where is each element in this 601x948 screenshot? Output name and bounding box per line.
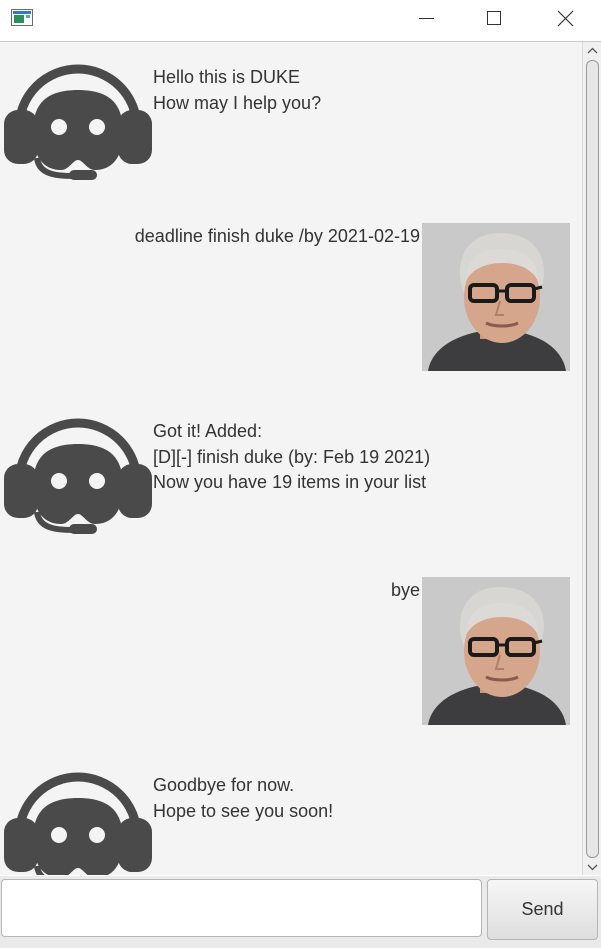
dialog-container[interactable]: Hello this is DUKE How may I help you? d… [0, 42, 582, 875]
message-line: Now you have 19 items in your list [153, 472, 427, 492]
message-line: How may I help you? [153, 92, 322, 113]
user-photo [422, 223, 570, 371]
user-avatar [422, 577, 570, 725]
message-line: [D][-] finish duke (by: Feb 19 2021) [153, 446, 431, 467]
maximize-icon [487, 11, 501, 25]
headset-robot-icon [4, 418, 152, 534]
minimize-button[interactable] [403, 0, 449, 36]
user-message: deadline finish duke /by 2021-02-19 [135, 224, 420, 250]
scroll-up-icon[interactable] [586, 46, 599, 56]
duke-message: Goodbye for now. Hope to see you soon! [153, 773, 333, 824]
message-line: Got it! Added: [153, 421, 263, 441]
message-line: Hello this is DUKE [153, 67, 301, 87]
vertical-scrollbar[interactable] [582, 42, 601, 875]
input-row: Send [0, 876, 601, 948]
message-line: Hope to see you soon! [153, 800, 334, 821]
user-message: bye [391, 578, 420, 604]
close-icon [557, 10, 574, 27]
headset-robot-icon [4, 772, 152, 875]
window-titlebar [0, 0, 601, 42]
maximize-button[interactable] [471, 0, 517, 36]
duke-message: Hello this is DUKE How may I help you? [153, 65, 321, 116]
close-button[interactable] [542, 0, 588, 36]
scrollbar-thumb[interactable] [586, 60, 599, 858]
message-line: Goodbye for now. [153, 775, 295, 795]
message-line: deadline finish duke /by 2021-02-19 [134, 226, 420, 246]
user-input[interactable] [1, 879, 482, 937]
message-line: bye [390, 580, 420, 600]
duke-message: Got it! Added: [D][-] finish duke (by: F… [153, 419, 430, 496]
user-photo [422, 577, 570, 725]
user-avatar [422, 223, 570, 371]
send-button[interactable]: Send [487, 879, 598, 940]
minimize-icon [419, 18, 434, 19]
headset-robot-icon [4, 64, 152, 180]
window-app-icon [11, 9, 33, 26]
scroll-down-icon[interactable] [586, 862, 599, 872]
